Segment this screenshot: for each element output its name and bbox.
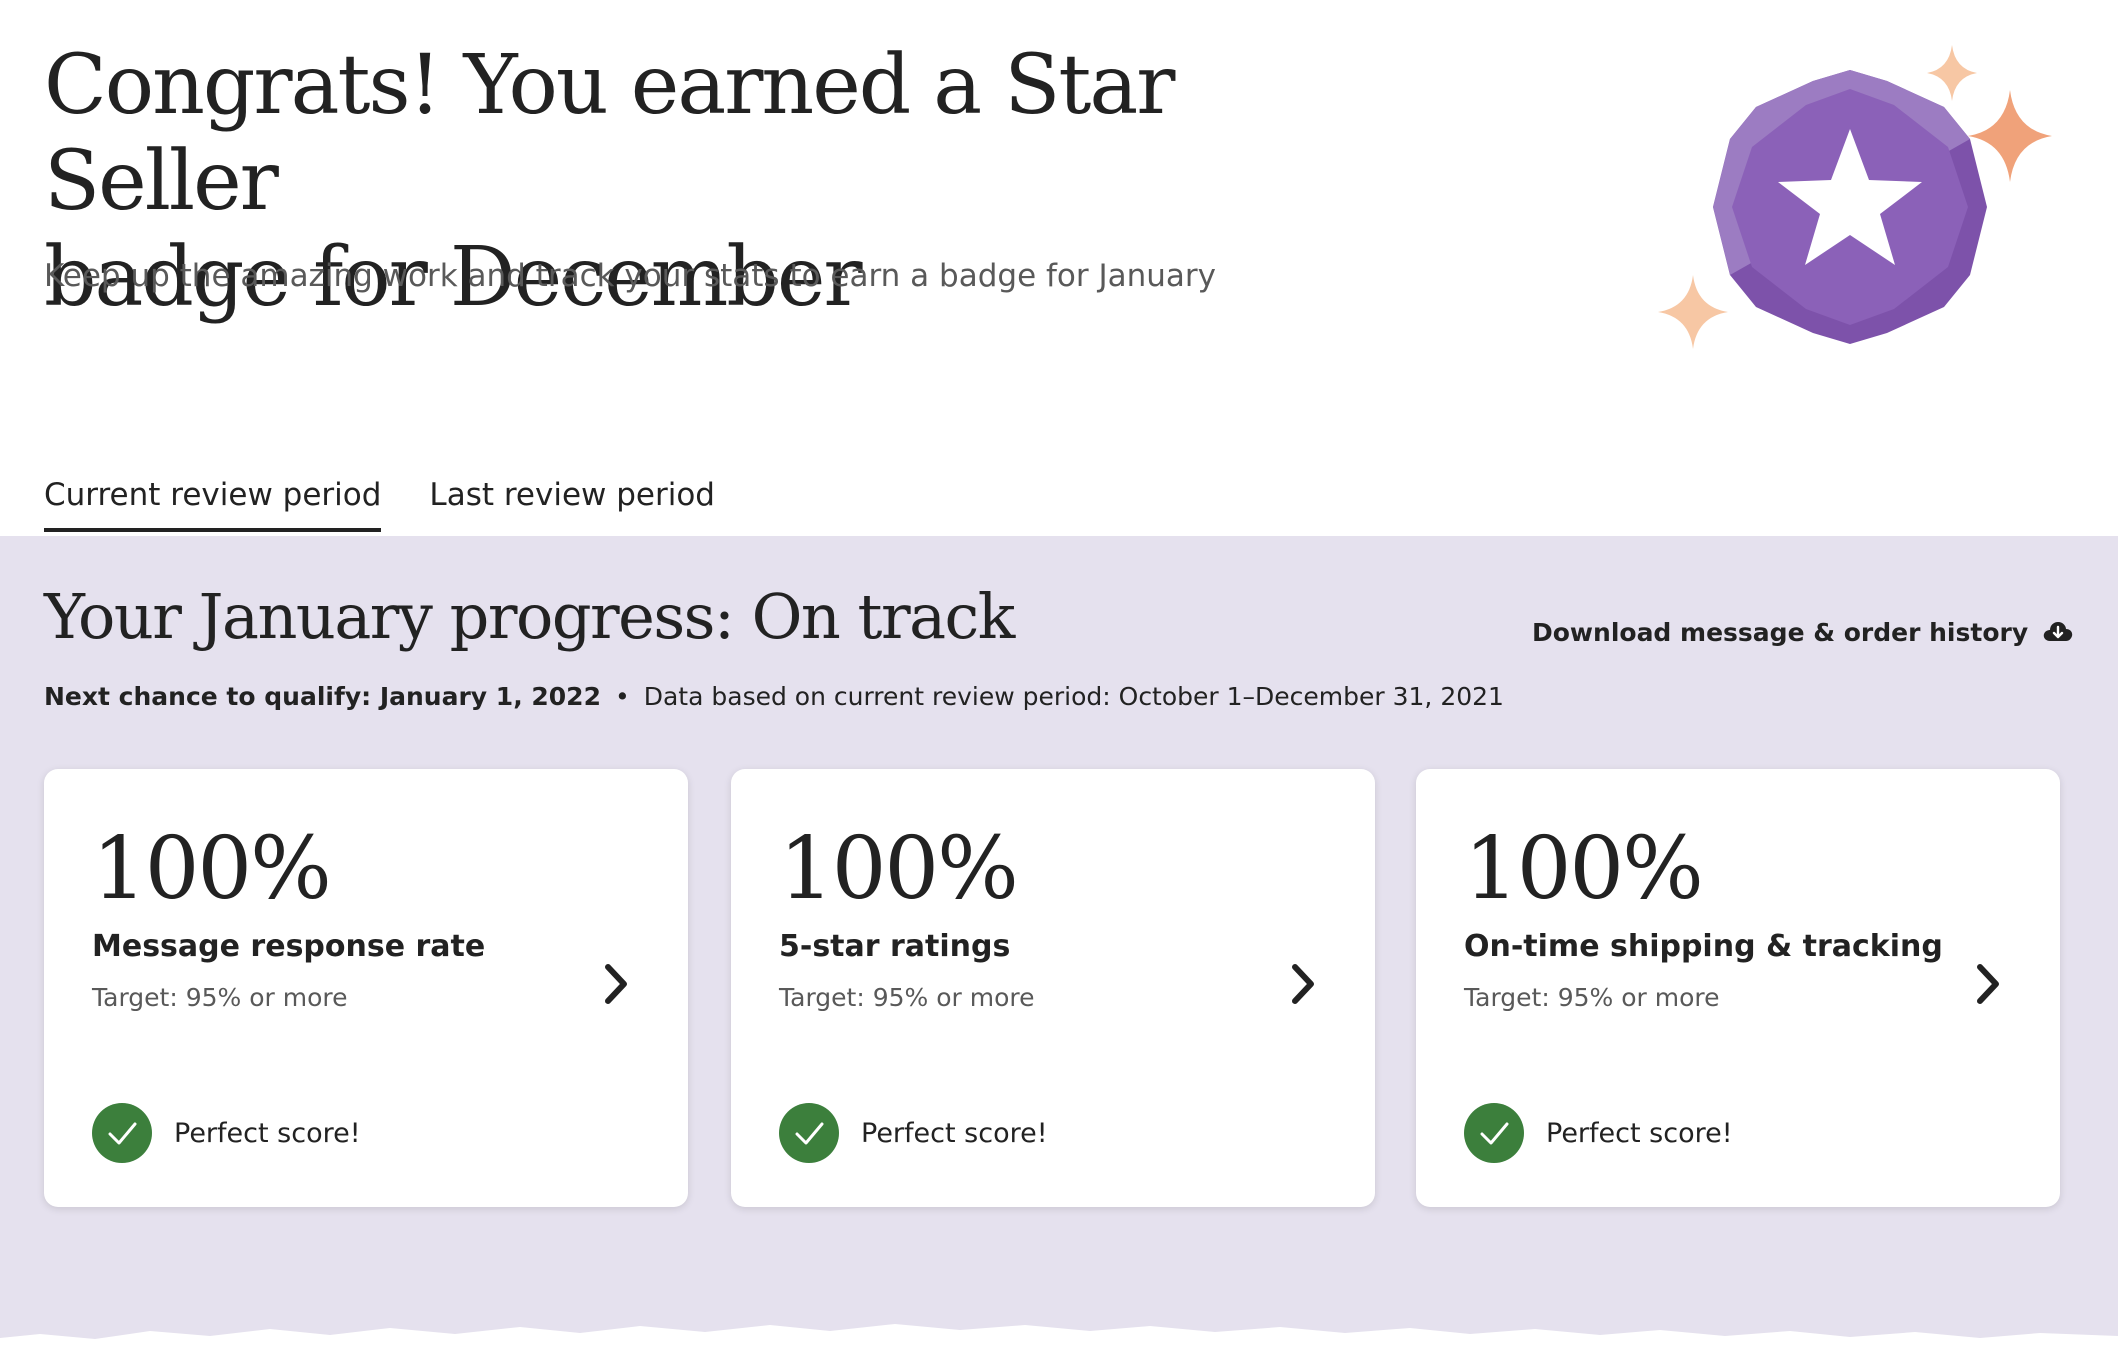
metric-value: 100% xyxy=(92,819,332,919)
metric-label: 5-star ratings xyxy=(779,929,1011,964)
review-period-tabs: Current review period Last review period xyxy=(44,455,715,536)
sparkle-icon xyxy=(1968,90,2052,182)
next-chance-text: Next chance to qualify: January 1, 2022 xyxy=(44,682,601,711)
chevron-right-icon xyxy=(605,964,627,1004)
five-star-ratings-card[interactable]: 100% 5-star ratings Target: 95% or more … xyxy=(731,769,1375,1207)
star-seller-badge-icon xyxy=(1658,45,2052,349)
metric-status-text: Perfect score! xyxy=(861,1117,1048,1149)
metric-status-text: Perfect score! xyxy=(174,1117,361,1149)
meta-separator: • xyxy=(614,682,630,711)
page-subtitle: Keep up the amazing work and track your … xyxy=(44,258,1216,294)
message-response-rate-card[interactable]: 100% Message response rate Target: 95% o… xyxy=(44,769,688,1207)
check-circle-icon xyxy=(779,1103,839,1163)
metric-value: 100% xyxy=(1464,819,1704,919)
metric-status: Perfect score! xyxy=(92,1103,361,1163)
metric-value: 100% xyxy=(779,819,1019,919)
metric-status-text: Perfect score! xyxy=(1546,1117,1733,1149)
review-period-meta: Next chance to qualify: January 1, 2022 … xyxy=(44,682,1504,711)
metric-target: Target: 95% or more xyxy=(1464,983,1720,1012)
sparkle-icon xyxy=(1658,275,1728,349)
metric-status: Perfect score! xyxy=(1464,1103,1733,1163)
cloud-download-icon xyxy=(2043,621,2073,641)
progress-title: Your January progress: On track xyxy=(44,580,1015,653)
download-history-label: Download message & order history xyxy=(1532,618,2029,647)
torn-paper-edge xyxy=(0,1324,2118,1348)
download-history-link[interactable]: Download message & order history xyxy=(1532,618,2074,647)
metric-target: Target: 95% or more xyxy=(92,983,348,1012)
on-time-shipping-card[interactable]: 100% On-time shipping & tracking Target:… xyxy=(1416,769,2060,1207)
progress-panel: Your January progress: On track Download… xyxy=(0,536,2118,1348)
sparkle-icon xyxy=(1927,45,1977,101)
check-circle-icon xyxy=(92,1103,152,1163)
metric-status: Perfect score! xyxy=(779,1103,1048,1163)
hero-section: Congrats! You earned a Star Seller badge… xyxy=(0,0,2118,536)
chevron-right-icon xyxy=(1977,964,1999,1004)
chevron-right-icon xyxy=(1292,964,1314,1004)
metric-label: Message response rate xyxy=(92,929,486,964)
data-basis-text: Data based on current review period: Oct… xyxy=(643,682,1504,711)
metric-target: Target: 95% or more xyxy=(779,983,1035,1012)
check-circle-icon xyxy=(1464,1103,1524,1163)
tab-current-review-period[interactable]: Current review period xyxy=(44,455,382,532)
tab-last-review-period[interactable]: Last review period xyxy=(429,455,715,524)
page-title-line-1: Congrats! You earned a Star Seller xyxy=(44,38,1175,229)
metric-label: On-time shipping & tracking xyxy=(1464,929,1943,964)
